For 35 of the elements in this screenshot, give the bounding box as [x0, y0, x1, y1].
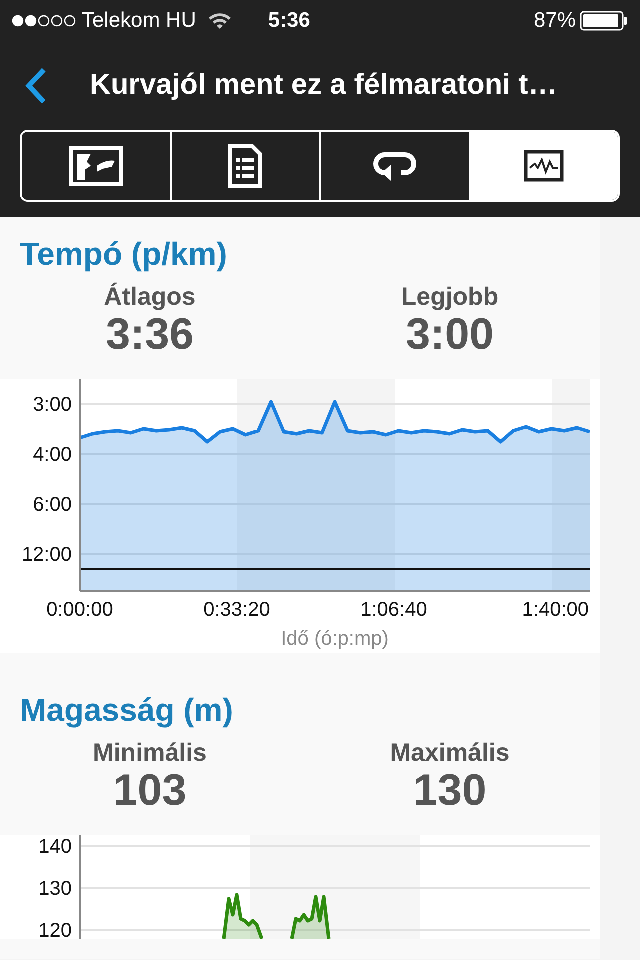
x-tick-label: 0:00:00 — [46, 599, 114, 621]
y-tick-label: 12:00 — [22, 544, 72, 566]
y-tick-label: 3:00 — [33, 394, 72, 416]
loop-arrow-icon — [372, 151, 417, 181]
carrier-name: Telekom HU — [82, 8, 196, 34]
map-icon — [68, 146, 123, 186]
tab[interactable] — [468, 132, 618, 200]
wifi-icon — [208, 12, 232, 30]
stat-value: 3:00 — [406, 311, 494, 359]
stat-label: Átlagos — [104, 283, 196, 311]
y-tick-label: 120 — [38, 920, 72, 939]
x-tick-label: 0:33:20 — [204, 599, 270, 621]
activity-title: Kurvajól ment ez a félmaratoni t… — [90, 68, 558, 104]
back-chevron-icon — [25, 67, 47, 105]
stat-value: 130 — [413, 767, 487, 815]
x-tick-label: 1:40:00 — [522, 599, 589, 621]
y-tick-label: 4:00 — [33, 444, 72, 466]
signal-dots-icon — [12, 15, 78, 27]
stat-label: Minimális — [93, 739, 207, 767]
battery-percentage: 87% — [534, 8, 576, 34]
y-tick-label: 140 — [38, 836, 72, 858]
x-tick-label: 1:06:40 — [360, 599, 428, 621]
chart-monitor-icon — [524, 150, 564, 182]
battery-icon — [580, 11, 628, 31]
x-axis-label: Idő (ó:p:mp) — [281, 628, 389, 650]
stat-label: Legjobb — [401, 283, 499, 311]
stat-value: 3:36 — [106, 311, 194, 359]
section-title: Magasság (m) — [20, 691, 234, 729]
document-list-icon — [228, 144, 262, 188]
stat-label: Maximális — [390, 739, 510, 767]
clock-time: 5:36 — [268, 8, 310, 34]
y-tick-label: 6:00 — [33, 494, 72, 516]
section-title: Tempó (p/km) — [20, 235, 228, 273]
y-tick-label: 130 — [38, 878, 72, 900]
stat-value: 103 — [113, 767, 187, 815]
